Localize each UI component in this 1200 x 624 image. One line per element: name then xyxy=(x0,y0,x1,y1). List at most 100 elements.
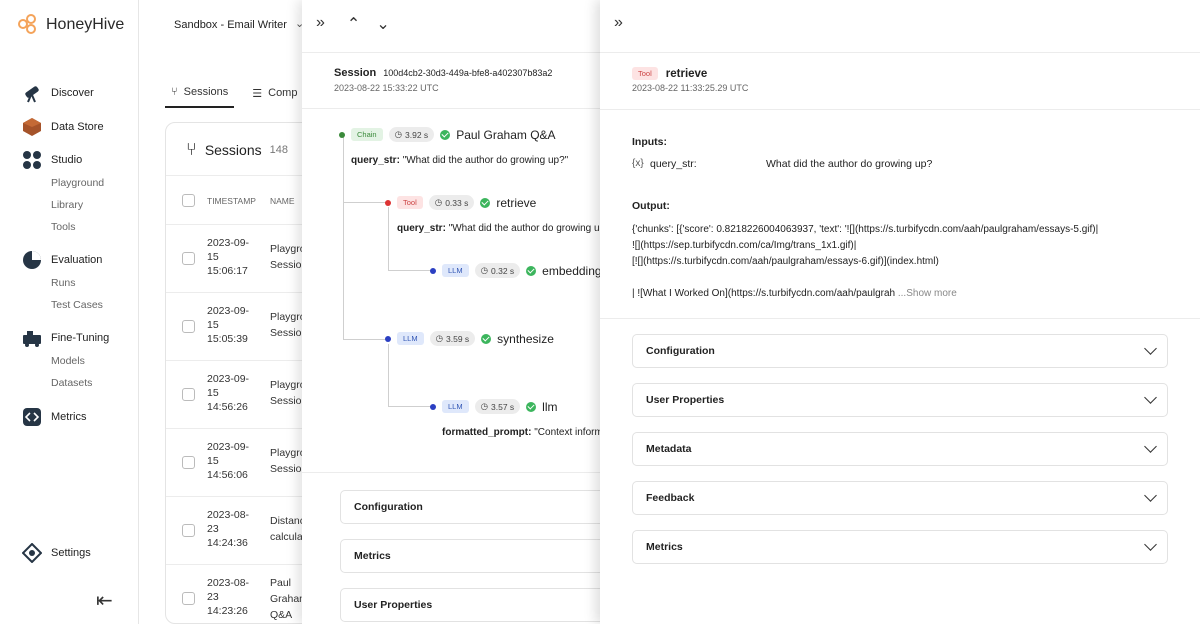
clock-icon: ◷ xyxy=(480,401,489,411)
tab-completions[interactable]: ☰ Comp xyxy=(246,78,303,108)
row-checkbox[interactable] xyxy=(182,252,195,265)
trace-node-llm[interactable]: LLM ◷ 3.57 s llm xyxy=(430,399,558,414)
feedback-section[interactable]: Feedback xyxy=(632,481,1168,515)
type-badge: LLM xyxy=(442,264,469,277)
timestamp-line: 14:56:26 xyxy=(207,401,248,413)
output-line: ![](https://sep.turbifycdn.com/ca/Img/tr… xyxy=(632,240,857,251)
database-icon: ☰ xyxy=(252,87,263,100)
timestamp-line: 2023-09- xyxy=(207,441,250,453)
pie-chart-icon xyxy=(22,250,42,270)
output-label: Output: xyxy=(632,200,670,212)
trace-node-synthesize[interactable]: LLM ◷ 3.59 s synthesize xyxy=(385,331,554,346)
session-date: 2023-08-22 15:33:22 UTC xyxy=(334,83,439,93)
column-timestamp[interactable]: TIMESTAMP xyxy=(207,196,256,206)
row-timestamp: 2023-09- 15 15:05:39 xyxy=(207,304,249,346)
duration-value: 0.32 s xyxy=(491,265,515,276)
event-title: Tool retrieve xyxy=(632,67,707,80)
input-row: {x} query_str: What did the author do gr… xyxy=(632,158,932,170)
session-configuration-section[interactable]: Configuration xyxy=(340,490,602,524)
table-row[interactable]: 2023-08- 23 14:24:36 Distanc calculat xyxy=(166,497,324,565)
clock-icon: ◷ xyxy=(434,197,443,207)
type-badge: LLM xyxy=(442,400,469,413)
previous-icon[interactable]: ⌃ xyxy=(347,14,360,34)
sidebar-item-studio[interactable]: Studio xyxy=(22,150,82,170)
trace-node-embedding[interactable]: LLM ◷ 0.32 s embedding xyxy=(430,263,602,278)
sidebar-item-metrics[interactable]: Metrics xyxy=(22,407,86,427)
sidebar-item-datasets[interactable]: Datasets xyxy=(51,377,92,389)
sidebar-item-fine-tuning[interactable]: Fine-Tuning xyxy=(22,328,109,348)
collapse-sidebar-icon[interactable]: ⇤ xyxy=(96,588,113,613)
settings-diamond-icon xyxy=(21,542,43,564)
trace-node-retrieve[interactable]: Tool ◷ 0.33 s retrieve xyxy=(385,195,536,210)
duration-value: 0.33 s xyxy=(445,197,469,208)
event-detail-panel: » Tool retrieve 2023-08-22 11:33:25.29 U… xyxy=(600,0,1200,624)
user-properties-section[interactable]: User Properties xyxy=(632,383,1168,417)
input-key: query_str: xyxy=(650,158,697,170)
duration-pill: ◷ 3.59 s xyxy=(429,331,476,346)
list-tabs: ⑂ Sessions ☰ Comp xyxy=(165,78,303,108)
metadata-section[interactable]: Metadata xyxy=(632,432,1168,466)
param-value: "What did the author do growing up?" xyxy=(402,155,569,166)
type-badge: Chain xyxy=(351,128,383,141)
sidebar-item-test-cases[interactable]: Test Cases xyxy=(51,299,103,311)
chevron-down-icon xyxy=(1144,538,1157,551)
table-row[interactable]: 2023-08- 23 14:23:26 Paul Grahan Q&A xyxy=(166,565,324,623)
success-check-icon xyxy=(526,265,537,276)
sidebar-item-models[interactable]: Models xyxy=(51,355,85,367)
app-root: HoneyHive Discover Data Store Studio Pla… xyxy=(0,0,1200,624)
session-metrics-section[interactable]: Metrics xyxy=(340,539,602,573)
sidebar-label-evaluation: Evaluation xyxy=(51,254,103,266)
sidebar-item-evaluation[interactable]: Evaluation xyxy=(22,250,102,270)
inputs-label: Inputs: xyxy=(632,136,667,148)
table-row[interactable]: 2023-09- 15 14:56:26 Playgro Sessio xyxy=(166,361,324,429)
trace-node-chain[interactable]: Chain ◷ 3.92 s Paul Graham Q&A xyxy=(339,127,556,142)
timestamp-line: 2023-08- xyxy=(207,577,250,589)
show-more-link[interactable]: ...Show more xyxy=(898,288,957,299)
configuration-section[interactable]: Configuration xyxy=(632,334,1168,368)
expand-panel-icon[interactable]: » xyxy=(614,14,623,32)
output-tail: | ![What I Worked On](https://s.turbifyc… xyxy=(632,288,896,299)
sessions-icon: ⑂ xyxy=(171,86,178,98)
row-timestamp: 2023-08- 23 14:23:26 xyxy=(207,576,249,618)
sidebar-item-runs[interactable]: Runs xyxy=(51,277,76,289)
param-key: formatted_prompt: xyxy=(442,427,532,438)
duration-value: 3.92 s xyxy=(405,129,429,140)
node-name: retrieve xyxy=(496,195,537,210)
row-checkbox[interactable] xyxy=(182,592,195,605)
logo[interactable]: HoneyHive xyxy=(18,14,124,36)
sidebar-label-fine-tuning: Fine-Tuning xyxy=(51,332,110,344)
sidebar-item-data-store[interactable]: Data Store xyxy=(22,117,104,137)
sidebar-item-discover[interactable]: Discover xyxy=(22,83,94,103)
timestamp-line: 15 xyxy=(207,251,219,263)
success-check-icon xyxy=(480,197,491,208)
node-param: query_str: "What did the author do growi… xyxy=(397,223,600,234)
expand-panel-icon[interactable]: » xyxy=(316,14,325,34)
column-name[interactable]: NAME xyxy=(270,196,295,206)
chevron-down-icon xyxy=(1144,489,1157,502)
metrics-section[interactable]: Metrics xyxy=(632,530,1168,564)
timestamp-line: 2023-09- xyxy=(207,305,250,317)
sidebar-item-library[interactable]: Library xyxy=(51,199,83,211)
select-all-checkbox[interactable] xyxy=(182,194,195,207)
input-value: What did the author do growing up? xyxy=(766,158,933,170)
next-icon[interactable]: ⌄ xyxy=(376,14,389,34)
table-row[interactable]: 2023-09- 15 15:06:17 Playgro Sessio xyxy=(166,225,324,293)
timestamp-line: 2023-08- xyxy=(207,509,250,521)
row-checkbox[interactable] xyxy=(182,320,195,333)
sidebar-item-tools[interactable]: Tools xyxy=(51,221,76,233)
sidebar-label-data-store: Data Store xyxy=(51,121,104,133)
project-selector[interactable]: Sandbox - Email Writer xyxy=(174,19,287,31)
row-checkbox[interactable] xyxy=(182,456,195,469)
session-user-properties-section[interactable]: User Properties xyxy=(340,588,602,622)
tab-sessions[interactable]: ⑂ Sessions xyxy=(165,78,235,108)
node-name: llm xyxy=(542,399,558,414)
sidebar-item-settings[interactable]: Settings xyxy=(21,542,91,564)
tool-dot xyxy=(385,199,391,206)
row-checkbox[interactable] xyxy=(182,388,195,401)
param-value: "What did the author do growing u xyxy=(448,223,600,234)
table-row[interactable]: 2023-09- 15 14:56:06 Playgro Sessio xyxy=(166,429,324,497)
table-row[interactable]: 2023-09- 15 15:05:39 Playgro Sessio xyxy=(166,293,324,361)
sidebar-item-playground[interactable]: Playground xyxy=(51,177,104,189)
timestamp-line: 15 xyxy=(207,387,219,399)
row-checkbox[interactable] xyxy=(182,524,195,537)
